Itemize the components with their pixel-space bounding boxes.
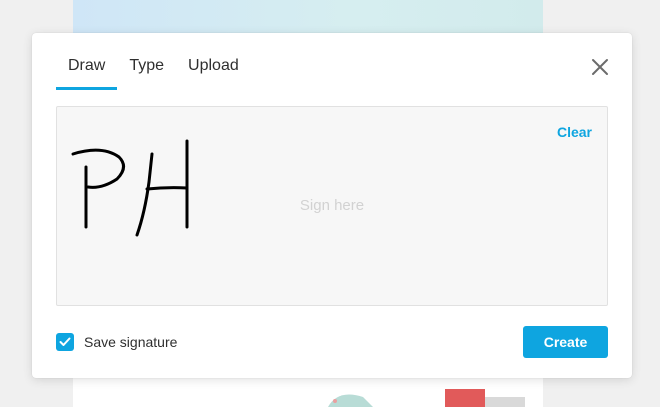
signature-mode-tabs: Draw Type Upload [56, 33, 251, 90]
checkbox-checked[interactable] [56, 333, 74, 351]
tab-type[interactable]: Type [117, 33, 176, 90]
close-button[interactable] [590, 57, 610, 77]
signature-dialog: Draw Type Upload Clear Sign here Save si [32, 33, 632, 378]
save-signature-checkbox[interactable]: Save signature [56, 333, 177, 351]
save-signature-label: Save signature [84, 334, 178, 350]
signature-drawing-area[interactable]: Clear Sign here [56, 106, 608, 306]
sign-here-placeholder: Sign here [299, 197, 365, 214]
clear-button[interactable]: Clear [557, 124, 592, 140]
create-button[interactable]: Create [523, 326, 608, 358]
tab-draw[interactable]: Draw [56, 33, 118, 90]
checkmark-icon [59, 337, 71, 346]
background-illustration [328, 389, 525, 407]
close-icon [592, 59, 608, 75]
tab-upload[interactable]: Upload [176, 33, 251, 90]
background-banner [73, 0, 543, 36]
